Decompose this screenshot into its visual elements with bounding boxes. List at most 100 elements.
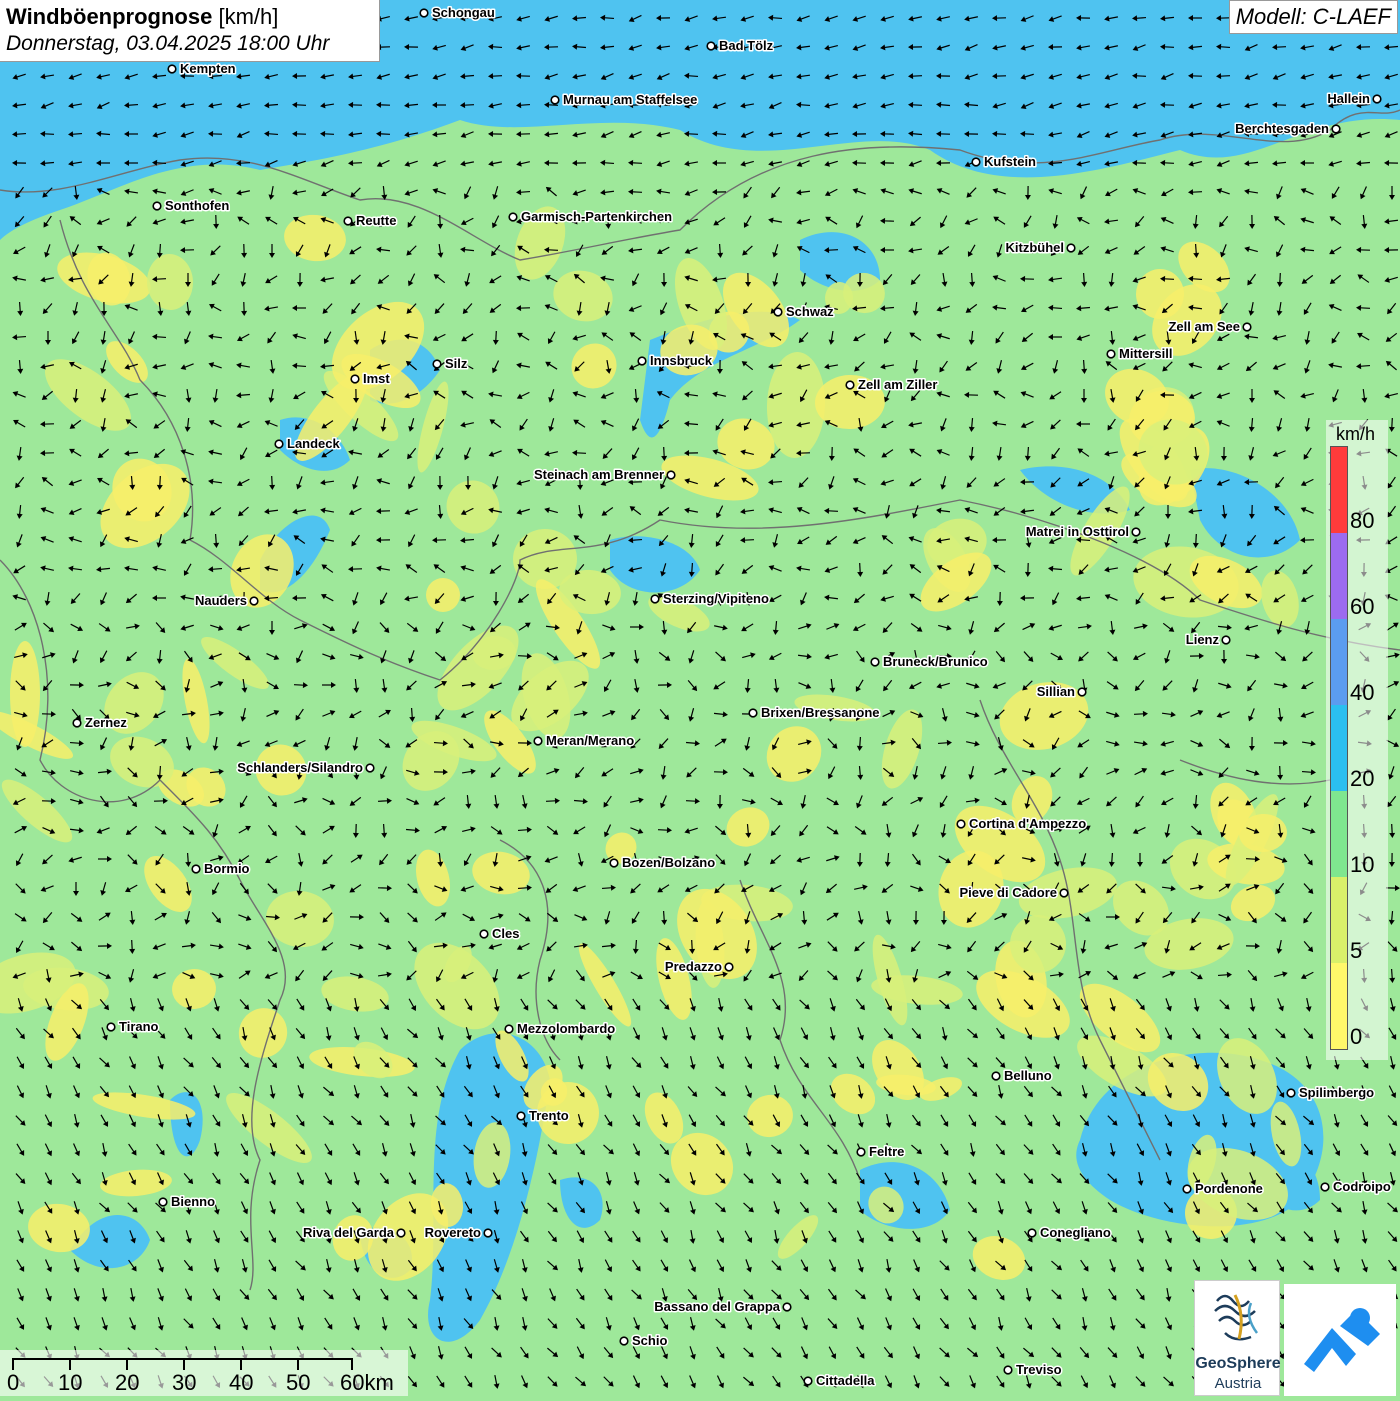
city-label: Berchtesgaden — [1235, 121, 1329, 136]
legend-tick-5: 5 — [1350, 938, 1362, 964]
city-label: Imst — [363, 371, 390, 386]
city-spilimbergo: Spilimbergo — [1287, 1085, 1374, 1100]
city-label: Matrei in Osttirol — [1026, 524, 1129, 539]
city-marker-icon — [159, 1198, 167, 1206]
scale-label-30: 30 — [172, 1370, 196, 1396]
city-conegliano: Conegliano — [1028, 1225, 1111, 1240]
legend-swatch-20 — [1331, 705, 1347, 791]
wind-app-icon — [1284, 1284, 1396, 1396]
city-marker-icon — [1060, 889, 1068, 897]
city-marker-icon — [957, 820, 965, 828]
city-marker-icon — [433, 360, 441, 368]
city-marker-icon — [192, 865, 200, 873]
city-marker-icon — [725, 963, 733, 971]
city-label: Innsbruck — [650, 353, 713, 368]
city-label: Kufstein — [984, 154, 1036, 169]
city-mezzolombardo: Mezzolombardo — [505, 1021, 615, 1036]
app-logo[interactable] — [1284, 1284, 1396, 1396]
city-marker-icon — [1321, 1183, 1329, 1191]
city-label: Bozen/Bolzano — [622, 855, 715, 870]
legend-swatch-10 — [1331, 791, 1347, 877]
city-marker-icon — [1132, 528, 1140, 536]
legend-colorbar — [1330, 446, 1348, 1050]
city-marker-icon — [1004, 1366, 1012, 1374]
city-label: Cittadella — [816, 1373, 875, 1388]
city-label: Mittersill — [1119, 346, 1172, 361]
city-marker-icon — [551, 96, 559, 104]
city-marker-icon — [1287, 1089, 1295, 1097]
city-murnau-am-staffelsee: Murnau am Staffelsee — [551, 92, 697, 107]
map-title-box: Windböenprognose [km/h] Donnerstag, 03.0… — [0, 0, 380, 62]
geosphere-emblem-icon — [1195, 1281, 1281, 1355]
city-riva-del-garda: Riva del Garda — [303, 1225, 405, 1240]
city-label: Murnau am Staffelsee — [563, 92, 697, 107]
geosphere-logo[interactable]: GeoSphere Austria — [1194, 1280, 1280, 1396]
city-label: Cortina d'Ampezzo — [969, 816, 1086, 831]
city-schongau: Schongau — [420, 5, 495, 20]
scale-label-60km: 60km — [340, 1370, 394, 1396]
city-bozen-bolzano: Bozen/Bolzano — [610, 855, 715, 870]
city-label: Pordenone — [1195, 1181, 1263, 1196]
city-garmisch-partenkirchen: Garmisch-Partenkirchen — [509, 209, 672, 224]
city-marker-icon — [517, 1112, 525, 1120]
city-label: Riva del Garda — [303, 1225, 395, 1240]
scale-bar: 0 10 20 30 40 50 60km — [0, 1350, 408, 1396]
city-marker-icon — [846, 381, 854, 389]
city-marker-icon — [857, 1148, 865, 1156]
city-marker-icon — [610, 859, 618, 867]
city-label: Bruneck/Brunico — [883, 654, 988, 669]
scale-label-40: 40 — [229, 1370, 253, 1396]
city-marker-icon — [1243, 323, 1251, 331]
city-marker-icon — [153, 202, 161, 210]
city-matrei-in-osttirol: Matrei in Osttirol — [1026, 524, 1140, 539]
city-label: Schlanders/Silandro — [237, 760, 363, 775]
city-marker-icon — [972, 158, 980, 166]
scale-label-20: 20 — [115, 1370, 139, 1396]
city-label: Schwaz — [786, 304, 834, 319]
city-marker-icon — [73, 719, 81, 727]
wind-gust-map: SchongauBad TölzKemptenMurnau am Staffel… — [0, 0, 1400, 1400]
scale-label-10: 10 — [58, 1370, 82, 1396]
city-marker-icon — [344, 217, 352, 225]
city-label: Nauders — [195, 593, 247, 608]
city-label: Bad Tölz — [719, 38, 774, 53]
legend-swatch-0 — [1331, 963, 1347, 1050]
city-label: Bienno — [171, 1194, 215, 1209]
scale-label-50: 50 — [286, 1370, 310, 1396]
city-berchtesgaden: Berchtesgaden — [1235, 121, 1340, 136]
city-label: Cles — [492, 926, 519, 941]
city-cortina-d-ampezzo: Cortina d'Ampezzo — [957, 816, 1086, 831]
city-label: Bormio — [204, 861, 250, 876]
city-label: Sillian — [1037, 684, 1075, 699]
city-marker-icon — [1078, 688, 1086, 696]
city-label: Steinach am Brenner — [534, 467, 664, 482]
city-label: Pieve di Cadore — [959, 885, 1057, 900]
legend-tick-20: 20 — [1350, 766, 1374, 792]
city-marker-icon — [707, 42, 715, 50]
city-pieve-di-cadore: Pieve di Cadore — [959, 885, 1067, 900]
city-label: Sonthofen — [165, 198, 229, 213]
city-label: Zernez — [85, 715, 127, 730]
city-marker-icon — [638, 357, 646, 365]
legend-swatch-5 — [1331, 877, 1347, 963]
city-marker-icon — [804, 1377, 812, 1385]
city-marker-icon — [1332, 125, 1340, 133]
city-label: Spilimbergo — [1299, 1085, 1374, 1100]
city-label: Belluno — [1004, 1068, 1052, 1083]
city-marker-icon — [505, 1025, 513, 1033]
city-marker-icon — [250, 597, 258, 605]
city-label: Landeck — [287, 436, 341, 451]
city-meran-merano: Meran/Merano — [534, 733, 634, 748]
city-label: Sterzing/Vipiteno — [663, 591, 769, 606]
city-zell-am-ziller: Zell am Ziller — [846, 377, 937, 392]
city-marker-icon — [480, 930, 488, 938]
city-label: Bassano del Grappa — [654, 1299, 780, 1314]
city-marker-icon — [1067, 244, 1075, 252]
city-label: Schongau — [432, 5, 495, 20]
city-label: Garmisch-Partenkirchen — [521, 209, 672, 224]
city-marker-icon — [397, 1229, 405, 1237]
city-marker-icon — [651, 595, 659, 603]
city-label: Feltre — [869, 1144, 904, 1159]
city-label: Reutte — [356, 213, 396, 228]
city-label: Kitzbühel — [1006, 240, 1065, 255]
